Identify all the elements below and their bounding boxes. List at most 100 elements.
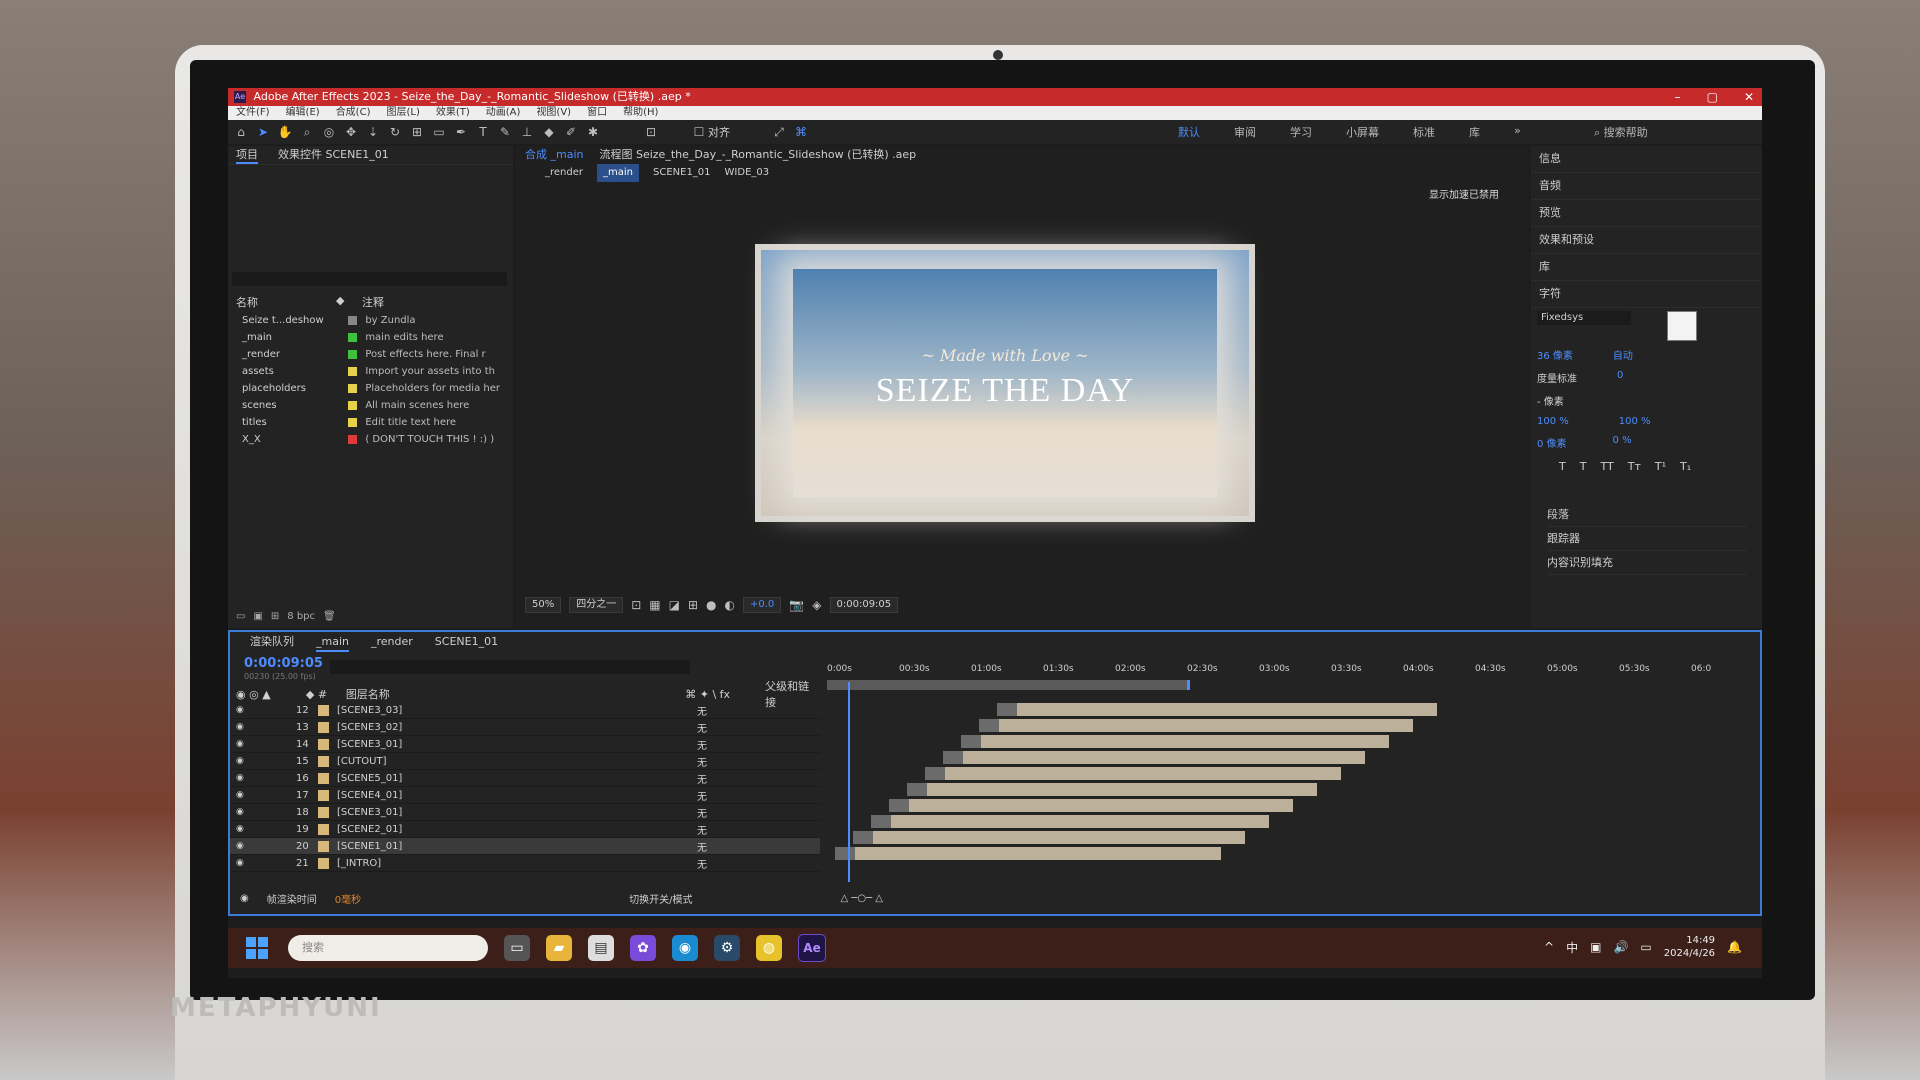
faux-italic-button[interactable]: T: [1580, 460, 1587, 473]
puppet-tool-icon[interactable]: ✱: [584, 123, 602, 141]
panel-info[interactable]: 信息: [1531, 146, 1762, 173]
new-comp-icon[interactable]: ⊞: [271, 611, 279, 622]
layer-duration-bar[interactable]: [891, 815, 1269, 828]
layer-name[interactable]: [SCENE4_01]: [337, 790, 537, 801]
tsume-field[interactable]: 0 %: [1613, 435, 1632, 450]
layer-label-swatch[interactable]: [318, 857, 329, 869]
menu-effect[interactable]: 效果(T): [436, 106, 470, 120]
current-timecode[interactable]: 0:00:09:05: [244, 656, 323, 671]
chevron-up-icon[interactable]: ^: [1544, 940, 1554, 954]
layer-name[interactable]: [SCENE1_01]: [337, 841, 537, 852]
eraser-tool-icon[interactable]: ◆: [540, 123, 558, 141]
stroke-width-field[interactable]: - 像素: [1537, 393, 1564, 408]
layer-duration-bar[interactable]: [981, 735, 1389, 748]
panel-preview[interactable]: 预览: [1531, 200, 1762, 227]
panel-tracker[interactable]: 跟踪器: [1547, 528, 1747, 551]
panel-content-aware-fill[interactable]: 内容识别填充: [1547, 552, 1747, 575]
layer-duration-bar[interactable]: [873, 831, 1245, 844]
pen-tool-icon[interactable]: ✒: [452, 123, 470, 141]
rotate-tool-icon[interactable]: ↻: [386, 123, 404, 141]
mask-visibility-icon[interactable]: ◪: [669, 598, 680, 612]
menu-layer[interactable]: 图层(L): [386, 106, 419, 120]
layer-duration-bar[interactable]: [999, 719, 1413, 732]
tab-render-queue[interactable]: 渲染队列: [250, 632, 294, 652]
layer-label-swatch[interactable]: [318, 840, 329, 852]
menu-window[interactable]: 窗口: [587, 106, 607, 120]
layer-duration-bar[interactable]: [909, 799, 1293, 812]
clone-stamp-icon[interactable]: ⊥: [518, 123, 536, 141]
visibility-eye-icon[interactable]: ◉: [236, 858, 248, 868]
snapshot-icon[interactable]: 📷: [789, 598, 804, 612]
color-channel-icon[interactable]: ●: [706, 598, 716, 612]
menu-help[interactable]: 帮助(H): [623, 106, 658, 120]
notification-bell-icon[interactable]: 🔔: [1727, 940, 1742, 954]
snapping-icon[interactable]: ⤢: [770, 123, 788, 141]
list-item[interactable]: scenes All main scenes here: [228, 397, 513, 414]
tab-flowchart[interactable]: 流程图 Seize_the_Day_-_Romantic_Slideshow (…: [599, 146, 916, 164]
table-row[interactable]: ◉ 13 [SCENE3_02] 无: [230, 719, 820, 736]
leading-field[interactable]: 自动: [1613, 347, 1633, 362]
clock[interactable]: 14:49 2024/4/26: [1664, 934, 1715, 960]
list-item[interactable]: Seize t...deshow by Zundla: [228, 312, 513, 329]
show-snapshot-icon[interactable]: ◈: [812, 598, 821, 612]
workspace-standard[interactable]: 标准: [1413, 124, 1435, 140]
copilot-icon[interactable]: ✿: [630, 935, 656, 961]
rectangle-tool-icon[interactable]: ▭: [430, 123, 448, 141]
layer-duration-bar[interactable]: [963, 751, 1365, 764]
menu-composition[interactable]: 合成(C): [336, 106, 371, 120]
tab-timeline-scene1[interactable]: SCENE1_01: [435, 632, 498, 652]
project-search-input[interactable]: [232, 272, 507, 286]
viewer-timecode[interactable]: 0:00:09:05: [829, 597, 899, 613]
brush-tool-icon[interactable]: ✎: [496, 123, 514, 141]
list-item[interactable]: placeholders Placeholders for media her: [228, 380, 513, 397]
visibility-eye-icon[interactable]: ◉: [236, 790, 248, 800]
parent-select[interactable]: 无: [697, 856, 747, 871]
font-size-field[interactable]: 36 像素: [1537, 347, 1573, 362]
align-checkbox[interactable]: ☐: [690, 123, 708, 141]
layer-name[interactable]: [SCENE2_01]: [337, 824, 537, 835]
ime-indicator[interactable]: 中: [1566, 939, 1578, 956]
menu-view[interactable]: 视图(V): [536, 106, 571, 120]
close-button[interactable]: ✕: [1744, 88, 1754, 106]
tab-timeline-main[interactable]: _main: [316, 632, 349, 652]
crumb-main[interactable]: _main: [597, 164, 639, 182]
layer-name[interactable]: [SCENE3_01]: [337, 807, 537, 818]
workspace-small-screen[interactable]: 小屏幕: [1346, 124, 1379, 140]
parent-select[interactable]: 无: [697, 703, 747, 718]
layer-name[interactable]: [SCENE3_01]: [337, 739, 537, 750]
layer-duration-bar[interactable]: [855, 847, 1221, 860]
table-row[interactable]: ◉ 20 [SCENE1_01] 无: [230, 838, 820, 855]
more-workspaces-icon[interactable]: »: [1514, 124, 1521, 140]
superscript-button[interactable]: T¹: [1655, 460, 1666, 473]
start-button-icon[interactable]: [246, 937, 268, 959]
all-caps-button[interactable]: TT: [1600, 460, 1613, 473]
table-row[interactable]: ◉ 16 [SCENE5_01] 无: [230, 770, 820, 787]
panel-character[interactable]: 字符: [1531, 281, 1762, 308]
visibility-eye-icon[interactable]: ◉: [236, 841, 248, 851]
layer-name[interactable]: [SCENE5_01]: [337, 773, 537, 784]
layer-label-swatch[interactable]: [318, 789, 329, 801]
horizontal-scale-field[interactable]: 100 %: [1619, 416, 1651, 427]
puppet-pin-icon[interactable]: ⌘: [792, 123, 810, 141]
layer-label-swatch[interactable]: [318, 755, 329, 767]
tab-project[interactable]: 项目: [236, 146, 258, 164]
list-item[interactable]: assets Import your assets into th: [228, 363, 513, 380]
taskbar-search-input[interactable]: 搜索: [288, 935, 488, 961]
zoom-select[interactable]: 50%: [525, 597, 562, 613]
hand-tool-icon[interactable]: ✋: [276, 123, 294, 141]
table-row[interactable]: ◉ 18 [SCENE3_01] 无: [230, 804, 820, 821]
workspace-review[interactable]: 审阅: [1234, 124, 1256, 140]
visibility-eye-icon[interactable]: ◉: [236, 705, 248, 715]
list-item[interactable]: titles Edit title text here: [228, 414, 513, 431]
fill-color-swatch[interactable]: [1667, 311, 1697, 341]
pan-tool-icon[interactable]: ✥: [342, 123, 360, 141]
crumb-wide03[interactable]: WIDE_03: [725, 164, 770, 182]
comp-flowchart-icon[interactable]: ◉: [240, 893, 249, 904]
list-item[interactable]: X_X ( DON'T TOUCH THIS ! :) ): [228, 431, 513, 448]
tab-timeline-render[interactable]: _render: [371, 632, 413, 652]
region-of-interest-icon[interactable]: ⊡: [631, 598, 641, 612]
small-caps-button[interactable]: Tт: [1628, 460, 1641, 473]
parent-select[interactable]: 无: [697, 754, 747, 769]
layer-label-swatch[interactable]: [318, 806, 329, 818]
exposure-icon[interactable]: ◐: [725, 598, 735, 612]
